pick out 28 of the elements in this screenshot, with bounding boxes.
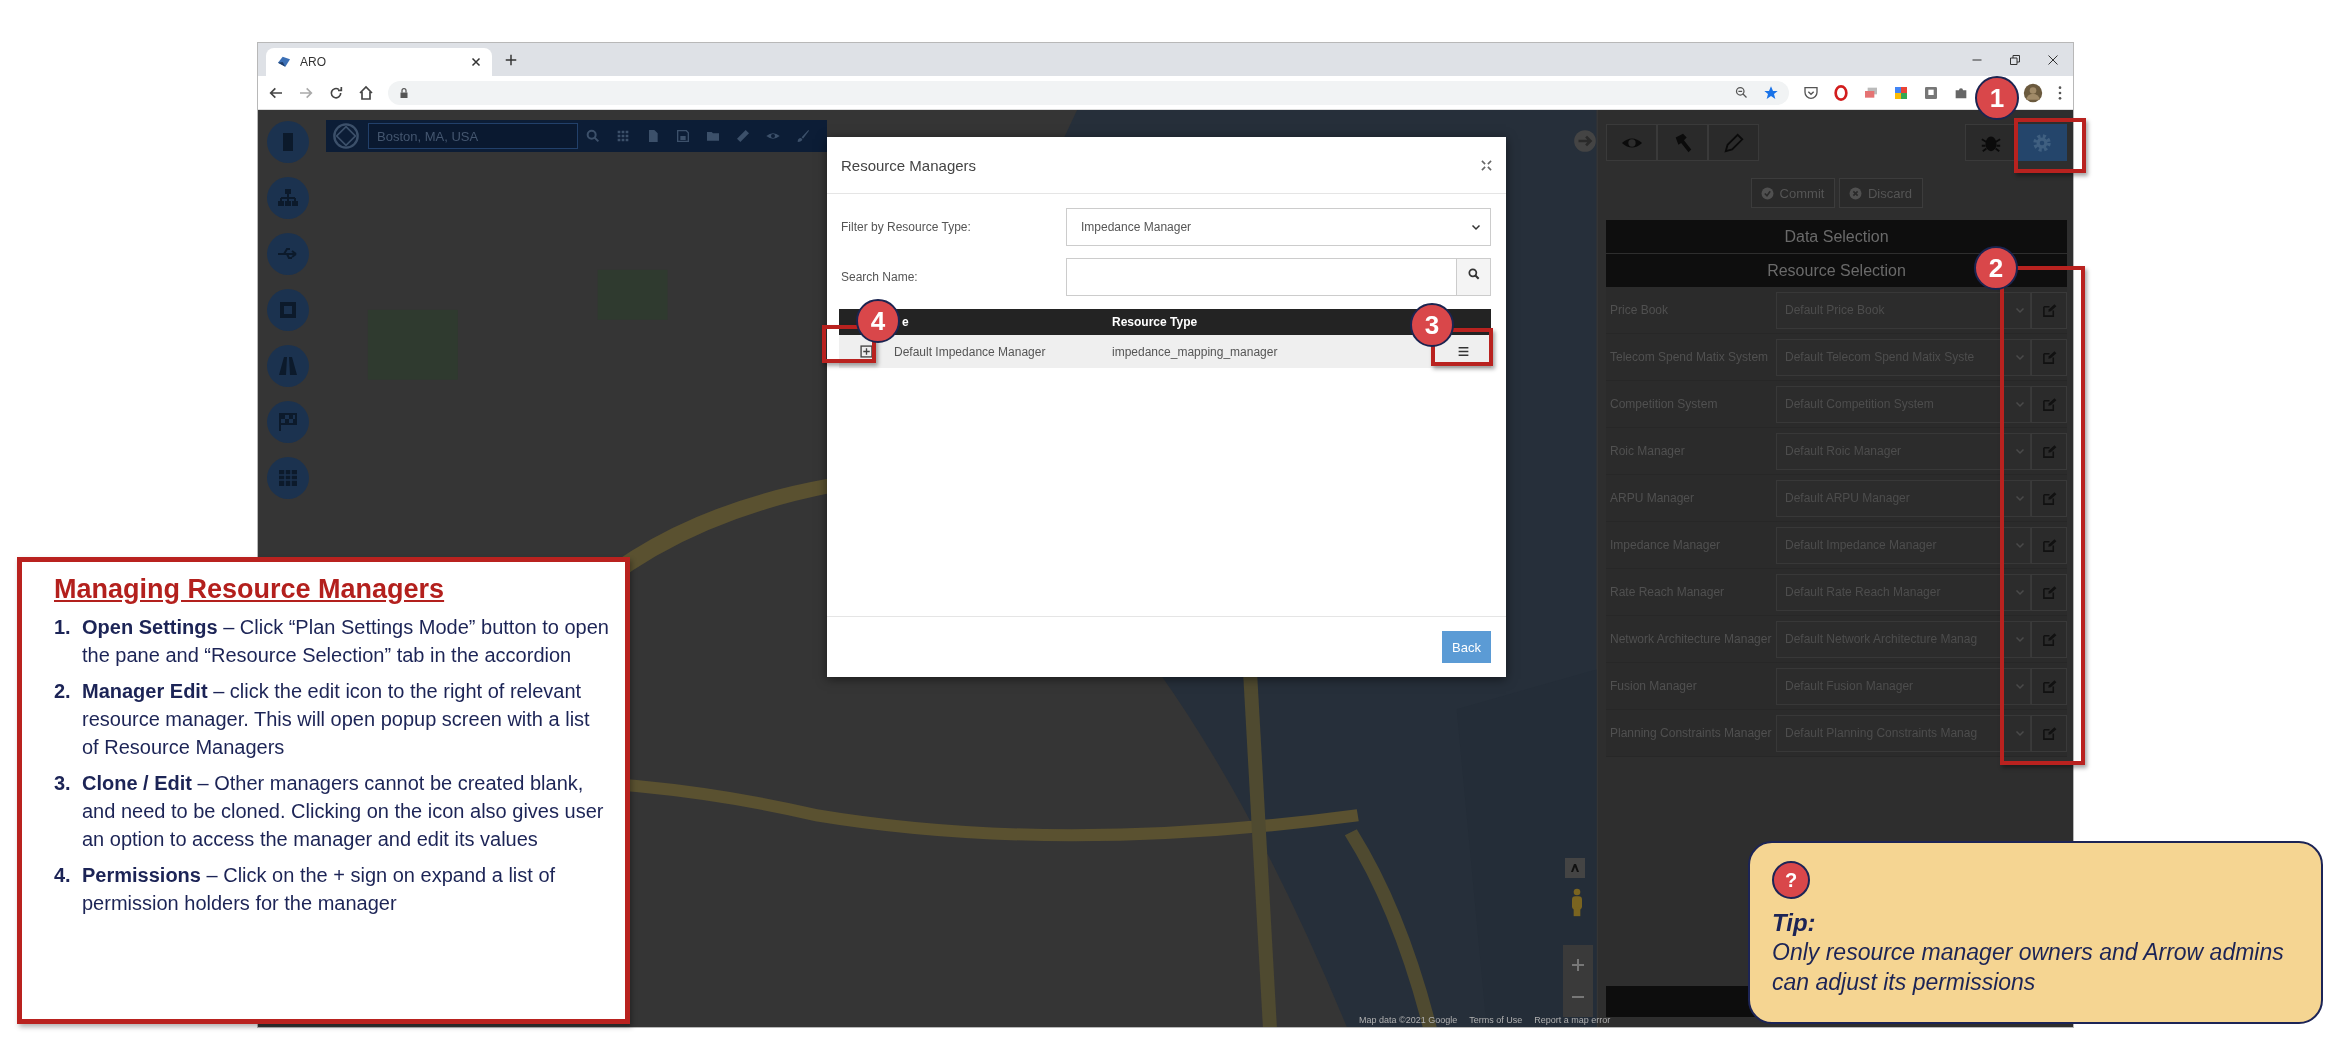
search-field[interactable]: Boston, MA, USA xyxy=(368,123,578,149)
accordion-header[interactable]: Data Selection xyxy=(1606,220,2067,253)
step-number: 3. xyxy=(54,771,72,796)
column-header: e xyxy=(901,315,909,329)
field-label: Search Name: xyxy=(841,270,919,284)
field-label: Filter by Resource Type: xyxy=(841,220,972,234)
step-number: 2. xyxy=(54,679,72,704)
map-link[interactable]: Terms of Use xyxy=(1469,1015,1523,1025)
table-cell-text: Default Impedance Manager xyxy=(894,344,1047,359)
step-number: 1. xyxy=(54,615,72,640)
step-text: Manager Edit – click the edit icon to the right of relevant resource manager. This will open popup screen with a list of Resource Managers xyxy=(82,679,591,760)
column-header: Resource Type xyxy=(1112,315,1198,329)
browser-tab[interactable]: ARO xyxy=(266,48,492,76)
dialog-title: Resource Managers xyxy=(841,156,977,174)
back-button[interactable]: Back xyxy=(1442,631,1491,663)
step-text: Permissions – Click on the + sign on expand a list of permission holders for the manager xyxy=(82,863,557,916)
step-text: Open Settings – Click “Plan Settings Mode” button to open the pane and “Resource Selection” tab in the accordion xyxy=(82,615,610,668)
map-link[interactable]: Report a map error xyxy=(1534,1015,1611,1025)
table-cell-text: impedance_mapping_manager xyxy=(1112,344,1279,359)
table-row[interactable]: Default Impedance Manager impedance_mapping_manager xyxy=(839,335,1491,368)
resource-type-dropdown[interactable]: Impedance Manager xyxy=(1066,208,1491,246)
step-text: Clone / Edit – Other managers cannot be created blank, and need to be cloned. Clicking on the icon also gives user an option to access the manager and edit its values xyxy=(82,771,605,852)
tip-title: Tip: xyxy=(1772,909,1817,937)
step-number: 4. xyxy=(54,863,72,888)
card-title: Managing Resource Managers xyxy=(54,574,446,605)
map-attribution: Map data ©2021 Google xyxy=(1359,1015,1458,1025)
question-badge: ? xyxy=(1772,861,1810,899)
tip-text: Only resource manager owners and Arrow admins can adjust its permissions xyxy=(1772,938,2285,997)
